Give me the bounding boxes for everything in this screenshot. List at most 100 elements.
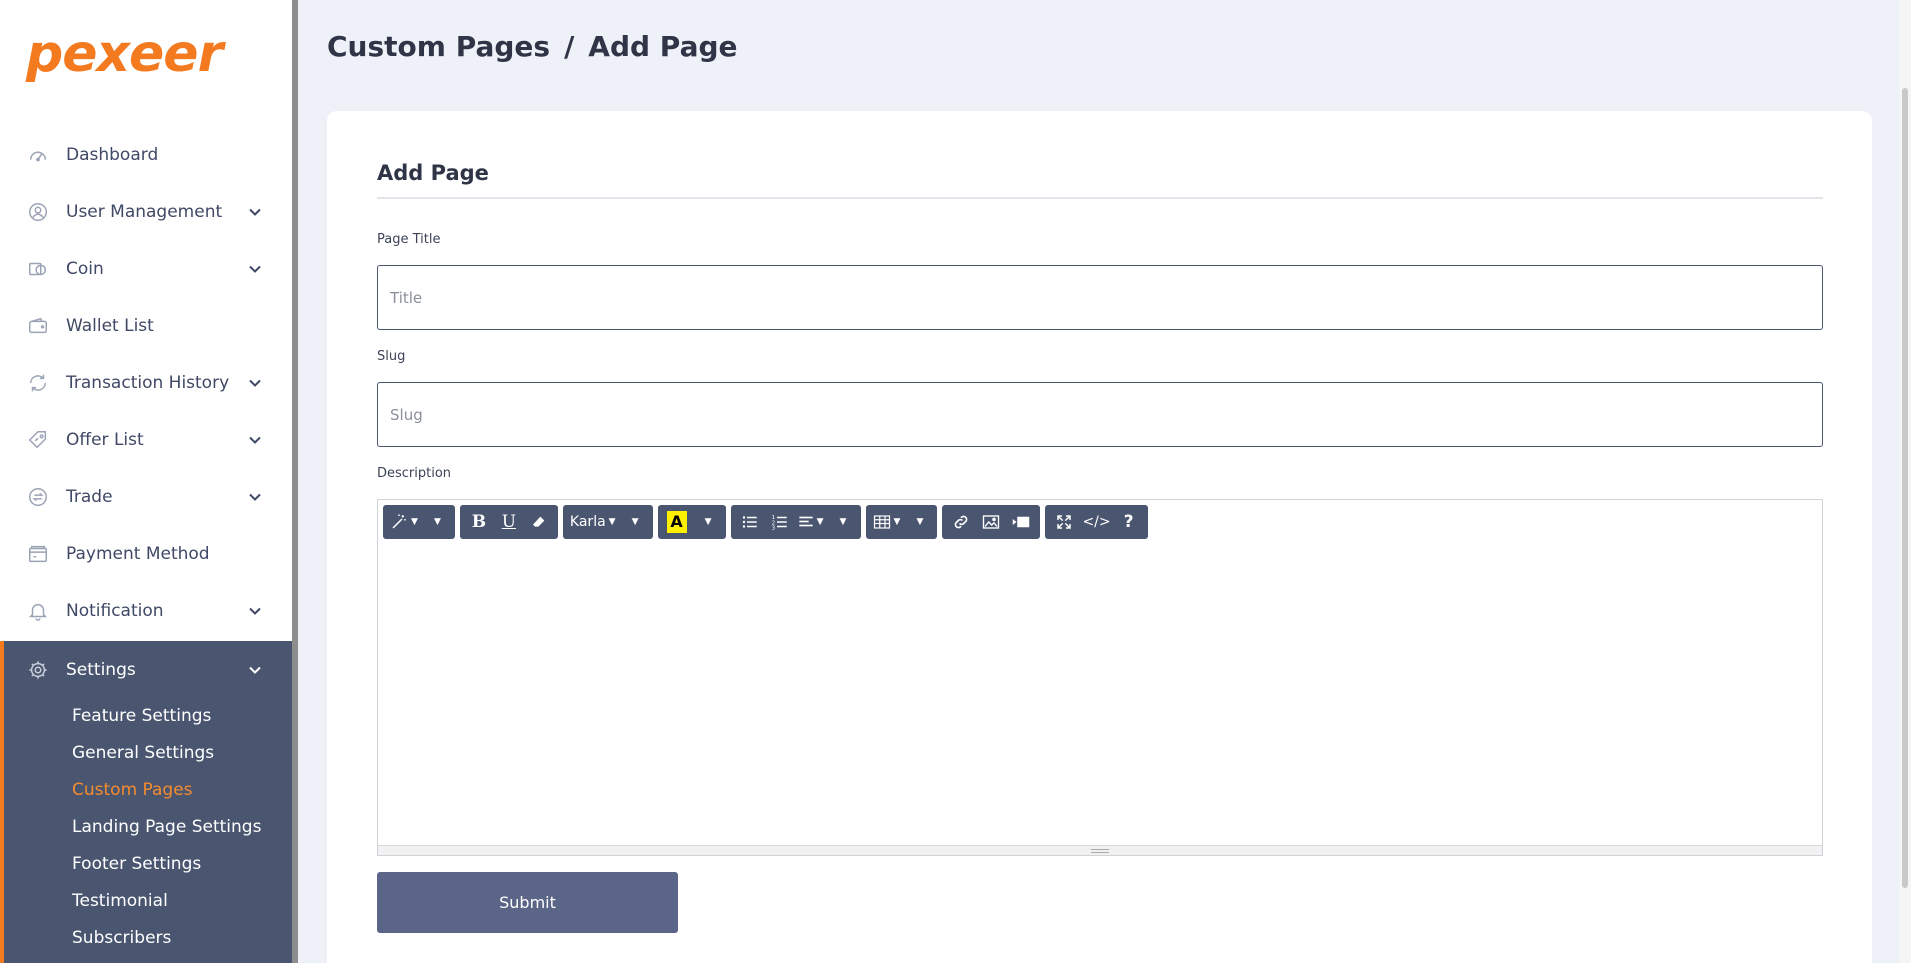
sidebar-item-coin[interactable]: Coin [0,240,292,297]
help-icon[interactable]: ? [1114,505,1144,539]
eraser-icon[interactable] [524,505,554,539]
code-view-icon[interactable]: </> [1079,505,1113,539]
sidebar-item-payment-method[interactable]: Payment Method [0,525,292,582]
breadcrumb-separator: / [564,30,575,63]
chevron-down-icon [249,493,261,501]
picture-icon[interactable] [976,505,1006,539]
trade-icon [26,485,50,509]
table-icon[interactable]: ▼ [870,505,904,539]
settings-submenu: Feature Settings General Settings Custom… [0,698,292,957]
sidebar-item-offer-list[interactable]: Offer List [0,411,292,468]
sidebar-item-label: Payment Method [66,543,210,564]
underline-icon[interactable]: U [494,505,524,539]
sidebar-item-transaction-history[interactable]: Transaction History [0,354,292,411]
add-page-card: Add Page Page Title Slug Description ▼ ▼… [327,111,1872,963]
pexeer-logo[interactable]: pexeer [26,16,223,84]
resize-grip-icon [1091,849,1109,853]
sidebar: pexeer Dashboard User Management Coin Wa… [0,0,293,963]
chevron-down-icon [249,607,261,615]
paragraph-dropdown-caret[interactable]: ▼ [827,505,857,539]
color-dropdown-caret[interactable]: ▼ [692,505,722,539]
sidebar-item-notification[interactable]: Notification [0,582,292,639]
font-family-group: Karla ▼ ▼ [562,505,653,539]
color-group: A ▼ [657,505,726,539]
sidebar-item-settings[interactable]: Settings [0,641,292,698]
submenu-testimonial[interactable]: Testimonial [0,883,292,920]
submenu-feature-settings[interactable]: Feature Settings [0,698,292,735]
card-title: Add Page [377,161,489,185]
font-family-select[interactable]: Karla ▼ [567,505,619,539]
submenu-landing-page-settings[interactable]: Landing Page Settings [0,809,292,846]
sidebar-item-wallet-list[interactable]: Wallet List [0,297,292,354]
sidebar-item-label: Wallet List [66,315,154,336]
submenu-custom-pages[interactable]: Custom Pages [0,772,292,809]
description-label: Description [377,466,452,481]
scrollbar-thumb[interactable] [1902,88,1908,888]
wallet-icon [26,314,50,338]
sidebar-item-label: Transaction History [66,372,230,393]
font-family-value: Karla [569,514,606,530]
fullscreen-icon[interactable] [1049,505,1079,539]
sidebar-divider [292,0,298,963]
description-editor: ▼ ▼ B U Karla ▼ ▼ A ▼ 1 2 3 ▼ ▼ ▼ ▼ </> … [377,499,1823,856]
editor-toolbar: ▼ ▼ B U Karla ▼ ▼ A ▼ 1 2 3 ▼ ▼ ▼ ▼ </> … [383,505,1148,539]
style-group: ▼ ▼ [383,505,455,539]
coin-icon [26,257,50,281]
offer-tag-icon [26,428,50,452]
submit-button[interactable]: Submit [377,872,678,933]
font-size-caret[interactable]: ▼ [619,505,649,539]
editor-content-area[interactable] [378,545,1822,845]
font-style-group: B U [459,505,558,539]
breadcrumb: Custom Pages / Add Page [327,30,738,63]
sidebar-menu: Dashboard User Management Coin Wallet Li… [0,126,292,639]
submenu-general-settings[interactable]: General Settings [0,735,292,772]
breadcrumb-parent[interactable]: Custom Pages [327,30,550,63]
view-group: </> ? [1045,505,1148,539]
transaction-icon [26,371,50,395]
sidebar-item-label: Notification [66,600,164,621]
table-dropdown-caret[interactable]: ▼ [903,505,933,539]
unordered-list-icon[interactable] [735,505,765,539]
bold-icon[interactable]: B [464,505,494,539]
page-scrollbar[interactable] [1899,0,1911,963]
page-title-label: Page Title [377,232,441,247]
breadcrumb-current: Add Page [588,30,738,63]
editor-resize-handle[interactable] [378,845,1822,855]
chevron-down-icon [249,436,261,444]
logo-text: pexeer [26,24,223,84]
slug-input[interactable] [377,382,1823,447]
chevron-down-icon [249,208,261,216]
gear-icon [26,658,50,682]
sidebar-item-label: Dashboard [66,144,159,165]
align-icon[interactable]: ▼ [795,505,827,539]
sidebar-item-dashboard[interactable]: Dashboard [0,126,292,183]
insert-group [942,505,1041,539]
bell-icon [26,599,50,623]
video-icon[interactable] [1006,505,1036,539]
magic-wand-icon[interactable]: ▼ [387,505,421,539]
submenu-footer-settings[interactable]: Footer Settings [0,846,292,883]
sidebar-item-label: Coin [66,258,104,279]
sidebar-settings-section: Settings Feature Settings General Settin… [0,641,292,963]
link-icon[interactable] [946,505,976,539]
style-dropdown-caret[interactable]: ▼ [421,505,451,539]
sidebar-item-label: Trade [66,486,113,507]
chevron-down-icon [249,265,261,273]
svg-text:3: 3 [771,526,774,532]
page-title-input[interactable] [377,265,1823,330]
slug-label: Slug [377,349,406,364]
paragraph-group: 123 ▼ ▼ [730,505,861,539]
chevron-down-icon [249,666,261,674]
sidebar-item-label: Offer List [66,429,144,450]
ordered-list-icon[interactable]: 123 [765,505,795,539]
highlight-color-icon[interactable]: A [662,505,692,539]
sidebar-item-label: User Management [66,201,223,222]
speedometer-icon [26,143,50,167]
submenu-subscribers[interactable]: Subscribers [0,920,292,957]
sidebar-item-trade[interactable]: Trade [0,468,292,525]
sidebar-item-user-management[interactable]: User Management [0,183,292,240]
chevron-down-icon [249,379,261,387]
payment-icon [26,542,50,566]
user-icon [26,200,50,224]
title-divider [377,197,1823,199]
